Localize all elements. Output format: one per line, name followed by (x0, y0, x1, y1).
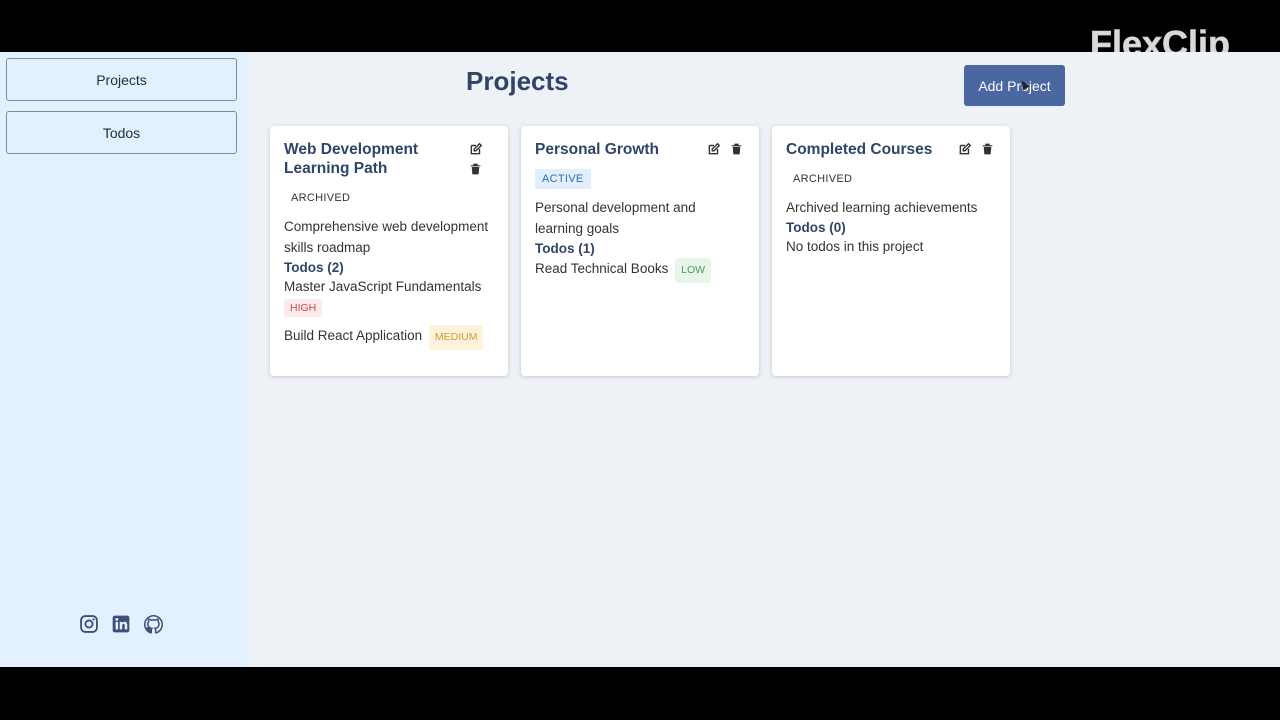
project-title: Personal Growth (535, 141, 660, 158)
edit-icon[interactable] (707, 142, 722, 157)
project-card: Web Development Learning Path ARCHIVED C… (270, 126, 508, 376)
todo-item: Master JavaScript Fundamentals (284, 279, 482, 294)
priority-badge: LOW (675, 258, 712, 283)
sidebar: Projects Todos (0, 52, 248, 667)
instagram-icon[interactable] (78, 613, 100, 635)
todo-item: Read Technical Books (535, 261, 669, 276)
trash-icon[interactable] (730, 142, 745, 157)
status-badge: ARCHIVED (284, 188, 358, 208)
todo-item-row: Build React Application MEDIUM (284, 325, 494, 350)
todos-count: Todos (0) (786, 220, 846, 235)
edit-icon[interactable] (469, 142, 484, 157)
card-actions (958, 142, 996, 157)
status-badge: ARCHIVED (786, 169, 860, 189)
card-actions (707, 142, 745, 157)
project-description: Archived learning achievements (786, 200, 978, 215)
todos-count: Todos (2) (284, 260, 344, 275)
sidebar-item-projects[interactable]: Projects (6, 58, 237, 101)
project-card: Personal Growth ACTIVE Personal developm… (521, 126, 759, 376)
trash-icon[interactable] (469, 162, 484, 177)
project-title: Web Development Learning Path (284, 141, 419, 177)
github-icon[interactable] (142, 613, 164, 635)
letterbox-top (0, 0, 1280, 52)
page-title: Projects (466, 66, 569, 96)
trash-icon[interactable] (981, 142, 996, 157)
social-links (78, 613, 164, 635)
todo-item: Build React Application (284, 328, 423, 343)
status-badge: ACTIVE (535, 169, 591, 189)
project-card: Completed Courses ARCHIVED Archived lear… (772, 126, 1010, 376)
empty-todos-message: No todos in this project (786, 239, 924, 254)
app-window: Projects Todos Projects Add Project Web … (0, 52, 1280, 667)
edit-icon[interactable] (958, 142, 973, 157)
todos-count: Todos (1) (535, 241, 595, 256)
main-content: Projects Add Project Web Development Lea… (248, 52, 1280, 667)
add-project-button[interactable]: Add Project (964, 65, 1065, 106)
project-description: Personal development and learning goals (535, 200, 696, 236)
project-description: Comprehensive web development skills roa… (284, 219, 489, 255)
letterbox-bottom (0, 667, 1280, 720)
card-actions (469, 142, 484, 177)
sidebar-item-todos[interactable]: Todos (6, 111, 237, 154)
priority-badge: MEDIUM (428, 325, 484, 350)
linkedin-icon[interactable] (110, 613, 132, 635)
priority-badge: HIGH (284, 299, 323, 317)
todo-item-row: Read Technical Books LOW (535, 258, 745, 283)
project-title: Completed Courses (786, 141, 933, 158)
